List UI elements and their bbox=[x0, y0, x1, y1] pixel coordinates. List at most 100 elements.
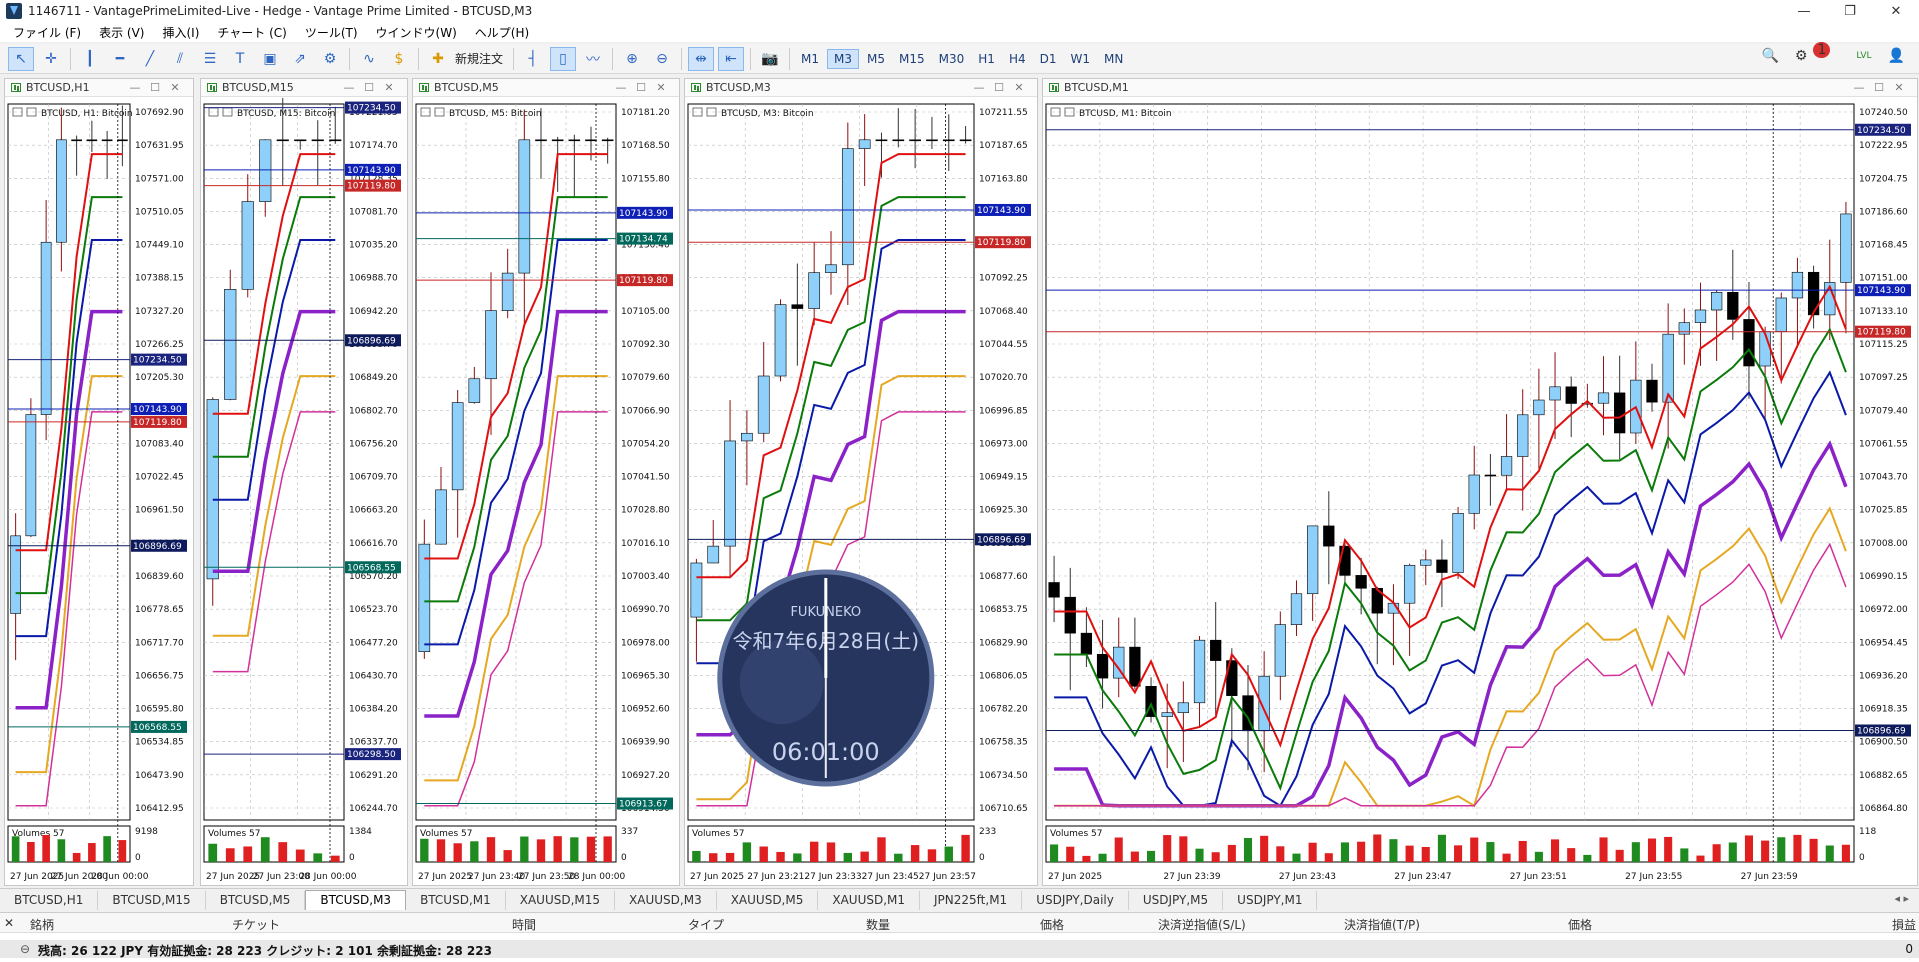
signal-level-icon[interactable]: LVL bbox=[1856, 51, 1871, 61]
chart-close-button[interactable]: ✕ bbox=[1889, 81, 1909, 94]
tab-jpn225ft-m1[interactable]: JPN225ft,M1 bbox=[920, 891, 1023, 910]
zoom-in-icon[interactable]: ⊕ bbox=[619, 47, 645, 71]
chart-window-header[interactable]: BTCUSD,M15 — ☐ ✕ bbox=[201, 79, 407, 97]
tab-usdjpy-daily[interactable]: USDJPY,Daily bbox=[1022, 891, 1129, 910]
cursor-icon[interactable]: ↖ bbox=[8, 46, 34, 71]
chart-window-btcusd-m1[interactable]: BTCUSD,M1— ☐ ✕ 107240.50 107222.95 107204.75 1… bbox=[1042, 78, 1918, 886]
arrow-icon[interactable]: ⇗ bbox=[287, 47, 313, 71]
tf-m15[interactable]: M15 bbox=[893, 50, 931, 68]
screenshot-icon[interactable]: 📷 bbox=[757, 47, 783, 71]
vertical-line-icon[interactable]: ┃ bbox=[77, 47, 103, 71]
col-profit[interactable]: 損益 bbox=[1892, 916, 1916, 933]
maximize-button[interactable]: ❐ bbox=[1827, 0, 1873, 22]
chart-minimize-button[interactable]: — bbox=[611, 81, 631, 94]
col-price[interactable]: 価格 bbox=[1040, 916, 1064, 933]
chart-close-button[interactable]: ✕ bbox=[1009, 81, 1029, 94]
chart-maximize-button[interactable]: ☐ bbox=[989, 81, 1009, 94]
chart-window-header[interactable]: BTCUSD,M5 — ☐ ✕ bbox=[413, 79, 679, 97]
col-current-price[interactable]: 価格 bbox=[1568, 916, 1592, 933]
chart-minimize-button[interactable]: — bbox=[969, 81, 989, 94]
chart-window-btcusd-m3[interactable]: BTCUSD,M3 — ☐ ✕ 107211.55 107187.65 107163.80 1… bbox=[684, 78, 1038, 886]
tab-scroll-arrows-icon[interactable]: ◂ ▸ bbox=[1894, 892, 1909, 905]
col-volume[interactable]: 数量 bbox=[866, 916, 890, 933]
tab-usdjpy-m5[interactable]: USDJPY,M5 bbox=[1129, 891, 1224, 910]
menu-tools[interactable]: ツール(T) bbox=[296, 24, 367, 41]
chart-maximize-button[interactable]: ☐ bbox=[359, 81, 379, 94]
tab-xauusd-m5[interactable]: XAUUSD,M5 bbox=[717, 891, 819, 910]
col-type[interactable]: タイプ bbox=[688, 916, 724, 933]
chart-canvas[interactable]: 107221.05107174.70107128.35107081.701070… bbox=[201, 98, 407, 885]
channel-icon[interactable]: ⫽ bbox=[167, 47, 193, 71]
fibonacci-icon[interactable]: ☰ bbox=[197, 47, 223, 71]
tf-h1[interactable]: H1 bbox=[972, 50, 1001, 68]
shapes-icon[interactable]: ▣ bbox=[257, 47, 283, 71]
tab-xauusd-m15[interactable]: XAUUSD,M15 bbox=[506, 891, 616, 910]
chart-close-button[interactable]: ✕ bbox=[379, 81, 399, 94]
col-tp[interactable]: 決済指値(T/P) bbox=[1344, 916, 1420, 933]
tf-m30[interactable]: M30 bbox=[933, 50, 971, 68]
col-sl[interactable]: 決済逆指値(S/L) bbox=[1158, 916, 1246, 933]
tab-xauusd-m1[interactable]: XAUUSD,M1 bbox=[818, 891, 921, 910]
candle-chart-icon[interactable]: ▯ bbox=[550, 46, 577, 71]
chart-minimize-button[interactable]: — bbox=[125, 81, 145, 94]
menu-chart[interactable]: チャート (C) bbox=[208, 24, 295, 41]
tf-h4[interactable]: H4 bbox=[1003, 50, 1032, 68]
tf-w1[interactable]: W1 bbox=[1064, 50, 1096, 68]
crosshair-icon[interactable]: ✛ bbox=[38, 47, 64, 71]
tf-m1[interactable]: M1 bbox=[795, 50, 825, 68]
chart-minimize-button[interactable]: — bbox=[1849, 81, 1869, 94]
line-chart-icon[interactable]: 〰 bbox=[580, 47, 606, 71]
chart-window-btcusd-h1[interactable]: BTCUSD,H1— ☐ ✕ 107692.90 107631.95 107571.00 1… bbox=[4, 78, 194, 886]
zoom-out-icon[interactable]: ⊖ bbox=[649, 47, 675, 71]
chart-canvas[interactable]: 107240.50 107222.95 107204.75 107186.60 1071… bbox=[1043, 98, 1917, 885]
chart-maximize-button[interactable]: ☐ bbox=[145, 81, 165, 94]
trendline-icon[interactable]: ╱ bbox=[137, 47, 163, 71]
text-icon[interactable]: T bbox=[227, 47, 253, 71]
col-symbol[interactable]: 銘柄 bbox=[30, 916, 54, 933]
tf-m5[interactable]: M5 bbox=[861, 50, 891, 68]
menu-window[interactable]: ウインドウ(W) bbox=[367, 24, 466, 41]
menu-view[interactable]: 表示 (V) bbox=[90, 24, 153, 41]
tab-btcusd-m5[interactable]: BTCUSD,M5 bbox=[206, 891, 306, 910]
chart-window-header[interactable]: BTCUSD,M3 — ☐ ✕ bbox=[685, 79, 1037, 97]
col-time[interactable]: 時間 bbox=[512, 916, 536, 933]
notifications-icon[interactable]: ⚙ bbox=[1795, 48, 1808, 64]
close-button[interactable]: ✕ bbox=[1873, 0, 1919, 22]
tab-btcusd-h1[interactable]: BTCUSD,H1 bbox=[0, 891, 99, 910]
chart-maximize-button[interactable]: ☐ bbox=[1869, 81, 1889, 94]
indicators-icon[interactable]: ∿ bbox=[356, 47, 382, 71]
chart-minimize-button[interactable]: — bbox=[339, 81, 359, 94]
terminal-close-icon[interactable]: ✕ bbox=[4, 916, 14, 930]
menu-file[interactable]: ファイル (F) bbox=[4, 24, 90, 41]
chart-window-btcusd-m5[interactable]: BTCUSD,M5 — ☐ ✕ 107181.20 107168.50 107155.80 1… bbox=[412, 78, 680, 886]
tab-btcusd-m15[interactable]: BTCUSD,M15 bbox=[98, 891, 206, 910]
objects-icon[interactable]: ⚙ bbox=[317, 47, 343, 71]
tab-btcusd-m3[interactable]: BTCUSD,M3 bbox=[305, 890, 407, 910]
col-ticket[interactable]: チケット bbox=[232, 916, 280, 933]
minimize-button[interactable]: — bbox=[1781, 0, 1827, 22]
chart-canvas[interactable]: 107181.20107168.50107155.80107143.101071… bbox=[413, 98, 679, 885]
chart-close-button[interactable]: ✕ bbox=[165, 81, 185, 94]
bar-chart-icon[interactable]: ┤ bbox=[520, 47, 546, 71]
chart-canvas[interactable]: 107211.55107187.65107163.80107139.851071… bbox=[685, 98, 1037, 885]
chart-close-button[interactable]: ✕ bbox=[651, 81, 671, 94]
menu-help[interactable]: ヘルプ(H) bbox=[466, 24, 538, 41]
chart-canvas[interactable]: 107692.90 107631.95 107571.00 107510.05 1074… bbox=[5, 98, 193, 885]
tf-d1[interactable]: D1 bbox=[1034, 50, 1063, 68]
new-order-icon[interactable]: ✚ bbox=[425, 47, 451, 71]
tile-windows-icon[interactable]: ⇹ bbox=[688, 46, 715, 71]
new-order-button[interactable]: 新規注文 bbox=[455, 50, 503, 67]
search-icon[interactable]: 🔍 bbox=[1761, 48, 1778, 64]
tab-usdjpy-m1[interactable]: USDJPY,M1 bbox=[1223, 891, 1318, 910]
tf-mn[interactable]: MN bbox=[1098, 50, 1129, 68]
chart-window-header[interactable]: BTCUSD,M1 — ☐ ✕ bbox=[1043, 79, 1917, 97]
chart-maximize-button[interactable]: ☐ bbox=[631, 81, 651, 94]
horizontal-line-icon[interactable]: ━ bbox=[107, 47, 133, 71]
menu-insert[interactable]: 挿入(I) bbox=[153, 24, 208, 41]
tab-xauusd-m3[interactable]: XAUUSD,M3 bbox=[615, 891, 717, 910]
tf-m3[interactable]: M3 bbox=[827, 48, 860, 69]
chart-window-header[interactable]: BTCUSD,H1 — ☐ ✕ bbox=[5, 79, 193, 97]
account-icon[interactable]: 👤 bbox=[1888, 48, 1905, 64]
expert-icon[interactable]: $ bbox=[386, 47, 412, 71]
autoscroll-icon[interactable]: ⇤ bbox=[718, 46, 745, 71]
